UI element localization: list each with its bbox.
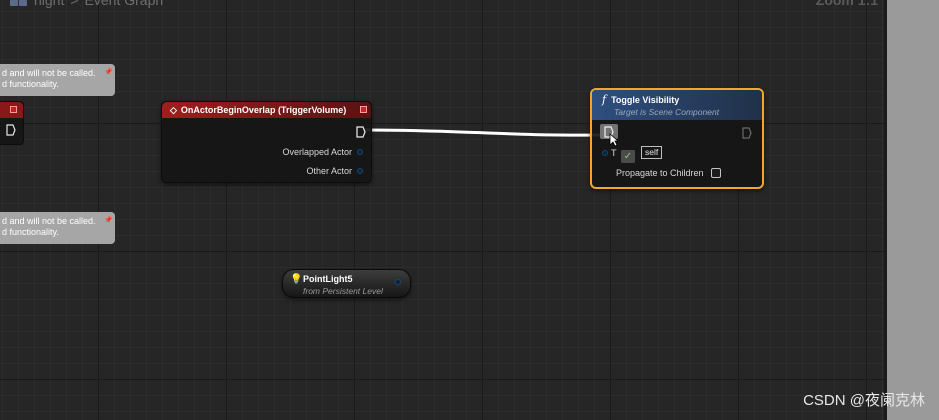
node-subtitle: from Persistent Level bbox=[303, 286, 383, 296]
function-f-icon: f bbox=[602, 93, 607, 106]
toggle-visibility-node[interactable]: f Toggle Visibility Target is Scene Comp… bbox=[590, 88, 764, 189]
object-pin-icon[interactable] bbox=[357, 168, 363, 174]
details-panel bbox=[887, 0, 939, 420]
lightbulb-icon: 💡 bbox=[290, 274, 303, 285]
pin-icon[interactable]: 📌 bbox=[104, 67, 113, 78]
target-default-value[interactable]: self bbox=[641, 146, 663, 159]
comment-line: d and will not be called. bbox=[2, 216, 96, 226]
checkmark-icon: ✓ bbox=[621, 150, 635, 163]
object-pin-icon[interactable] bbox=[395, 279, 401, 285]
breadcrumb: night > Event Graph bbox=[10, 0, 163, 8]
comment-bubble[interactable]: 📌 d and will not be called. d functional… bbox=[0, 64, 115, 96]
pin-label: Other Actor bbox=[306, 166, 352, 176]
propagate-to-children-pin[interactable]: Propagate to Children bbox=[616, 168, 721, 178]
other-actor-pin[interactable]: Other Actor bbox=[306, 166, 363, 176]
exec-wire[interactable] bbox=[0, 0, 884, 420]
node-title: OnActorBeginOverlap (TriggerVolume) bbox=[180, 105, 347, 115]
event-graph-canvas[interactable]: night > Event Graph Zoom 1:1 📌 d and wil… bbox=[0, 0, 884, 420]
pin-label: Overlapped Actor bbox=[282, 147, 352, 157]
node-title: Toggle Visibility bbox=[611, 94, 680, 105]
diamond-icon: ◇ bbox=[170, 104, 177, 115]
pin-label: Propagate to Children bbox=[616, 168, 704, 178]
object-pin-icon[interactable] bbox=[602, 149, 608, 156]
node-header: f Toggle Visibility Target is Scene Comp… bbox=[592, 90, 762, 120]
comment-line: d and will not be called. bbox=[2, 68, 96, 78]
node-subtitle: Target is Scene Component bbox=[614, 107, 720, 117]
delegate-pin-icon[interactable] bbox=[360, 106, 367, 113]
exec-out-pin-icon[interactable] bbox=[742, 127, 752, 139]
pin-label: T bbox=[611, 147, 617, 158]
breadcrumb-blueprint[interactable]: night bbox=[34, 0, 64, 8]
node-title: PointLight5 bbox=[303, 274, 353, 284]
node-header: ◇ OnActorBeginOverlap (TriggerVolume) bbox=[162, 102, 371, 118]
overlapped-actor-pin[interactable]: Overlapped Actor bbox=[282, 147, 363, 157]
watermark: CSDN @夜阑克林 bbox=[803, 392, 925, 409]
delegate-pin-icon[interactable] bbox=[10, 106, 17, 113]
comment-line: d functionality. bbox=[2, 79, 59, 89]
pointlight-reference-node[interactable]: 💡 PointLight5 from Persistent Level bbox=[282, 269, 411, 298]
comment-line: d functionality. bbox=[2, 227, 59, 237]
exec-out-pin-icon[interactable] bbox=[356, 126, 366, 138]
breadcrumb-separator: > bbox=[70, 0, 79, 8]
on-actor-begin-overlap-node[interactable]: ◇ OnActorBeginOverlap (TriggerVolume) Ov… bbox=[161, 101, 372, 183]
comment-bubble[interactable]: 📌 d and will not be called. d functional… bbox=[0, 212, 115, 244]
breadcrumb-graph[interactable]: Event Graph bbox=[85, 0, 164, 8]
offscreen-event-node[interactable] bbox=[0, 101, 24, 145]
pin-icon[interactable]: 📌 bbox=[104, 215, 113, 226]
exec-out-pin-icon[interactable] bbox=[6, 124, 16, 136]
blueprint-icon bbox=[10, 0, 28, 6]
mouse-cursor-icon bbox=[609, 133, 618, 147]
propagate-checkbox[interactable] bbox=[710, 168, 721, 178]
zoom-level: Zoom 1:1 bbox=[815, 0, 878, 8]
object-pin-icon[interactable] bbox=[357, 149, 363, 155]
